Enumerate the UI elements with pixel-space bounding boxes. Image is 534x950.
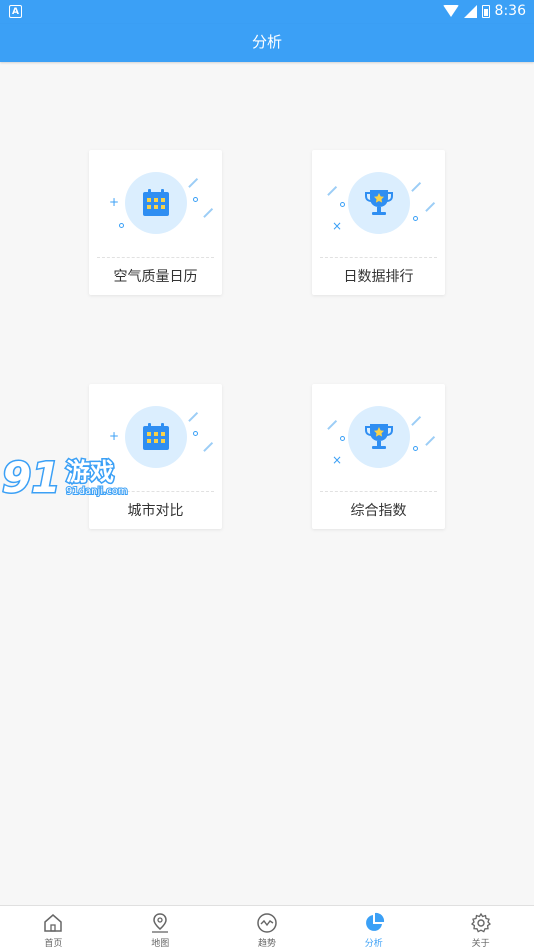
tab-label: 地图 bbox=[151, 939, 170, 949]
dot-decoration-icon bbox=[119, 223, 124, 228]
line-decoration-icon bbox=[203, 441, 213, 452]
watermark-brand: 游戏 bbox=[66, 458, 114, 486]
tab-label: 分析 bbox=[364, 939, 383, 949]
dot-decoration-icon bbox=[340, 436, 345, 441]
battery-icon bbox=[481, 4, 490, 18]
watermark-number: 91 bbox=[2, 453, 60, 500]
line-decoration-icon bbox=[188, 411, 198, 422]
card-daily-ranking[interactable]: × 日数据排行 bbox=[312, 150, 445, 295]
line-decoration-icon bbox=[327, 419, 337, 430]
status-time: 8:36 bbox=[494, 3, 526, 19]
card-art: + bbox=[89, 150, 222, 258]
line-decoration-icon bbox=[425, 435, 435, 446]
calendar-icon bbox=[143, 189, 169, 216]
card-divider bbox=[320, 491, 437, 492]
line-decoration-icon bbox=[203, 207, 213, 218]
card-divider bbox=[97, 257, 214, 258]
calendar-icon bbox=[143, 423, 169, 450]
plus-decoration-icon: + bbox=[109, 195, 120, 209]
tab-map[interactable]: 地图 bbox=[107, 906, 214, 950]
pie-chart-icon bbox=[365, 912, 384, 931]
status-bar: A 8:36 bbox=[0, 0, 534, 24]
tab-home[interactable]: 首页 bbox=[0, 906, 107, 950]
status-right: 8:36 bbox=[442, 3, 526, 19]
line-decoration-icon bbox=[425, 201, 435, 212]
card-art: × bbox=[312, 384, 445, 492]
tab-label: 首页 bbox=[44, 939, 63, 949]
card-label: 空气质量日历 bbox=[113, 269, 198, 285]
dot-decoration-icon bbox=[413, 216, 418, 221]
notification-icon: A bbox=[9, 5, 22, 18]
notification-letter: A bbox=[12, 6, 19, 17]
dot-decoration-icon bbox=[193, 197, 198, 202]
line-decoration-icon bbox=[411, 415, 421, 426]
tab-label: 关于 bbox=[471, 939, 490, 949]
cross-decoration-icon: × bbox=[332, 453, 343, 467]
tab-analysis[interactable]: 分析 bbox=[320, 906, 427, 950]
dot-decoration-icon bbox=[340, 202, 345, 207]
trophy-icon bbox=[365, 424, 393, 449]
tab-about[interactable]: 关于 bbox=[427, 906, 534, 950]
signal-icon bbox=[463, 4, 477, 18]
trend-icon bbox=[257, 913, 277, 933]
tab-label: 趋势 bbox=[257, 939, 276, 949]
card-label: 综合指数 bbox=[350, 503, 407, 519]
gear-icon bbox=[470, 912, 491, 933]
card-label: 日数据排行 bbox=[343, 269, 414, 285]
watermark-logo: 91 游戏 91danji.com bbox=[1, 452, 129, 501]
card-composite-index[interactable]: × 综合指数 bbox=[312, 384, 445, 529]
cross-decoration-icon: × bbox=[332, 219, 343, 233]
card-divider bbox=[320, 257, 437, 258]
trophy-icon bbox=[365, 190, 393, 215]
plus-decoration-icon: + bbox=[109, 429, 120, 443]
card-label: 城市对比 bbox=[127, 503, 184, 519]
watermark-site: 91danji.com bbox=[66, 486, 128, 497]
wifi-icon bbox=[442, 5, 459, 17]
home-icon bbox=[44, 914, 63, 932]
map-pin-icon bbox=[152, 913, 169, 933]
card-art: × bbox=[312, 150, 445, 258]
bottom-tab-bar: 首页 地图 趋势 分析 关于 bbox=[0, 905, 534, 950]
dot-decoration-icon bbox=[193, 431, 198, 436]
tab-trend[interactable]: 趋势 bbox=[214, 906, 321, 950]
dot-decoration-icon bbox=[413, 446, 418, 451]
line-decoration-icon bbox=[411, 181, 421, 192]
line-decoration-icon bbox=[327, 185, 337, 196]
line-decoration-icon bbox=[188, 177, 198, 188]
card-air-quality-calendar[interactable]: + 空气质量日历 bbox=[89, 150, 222, 295]
page-title: 分析 bbox=[0, 24, 534, 62]
